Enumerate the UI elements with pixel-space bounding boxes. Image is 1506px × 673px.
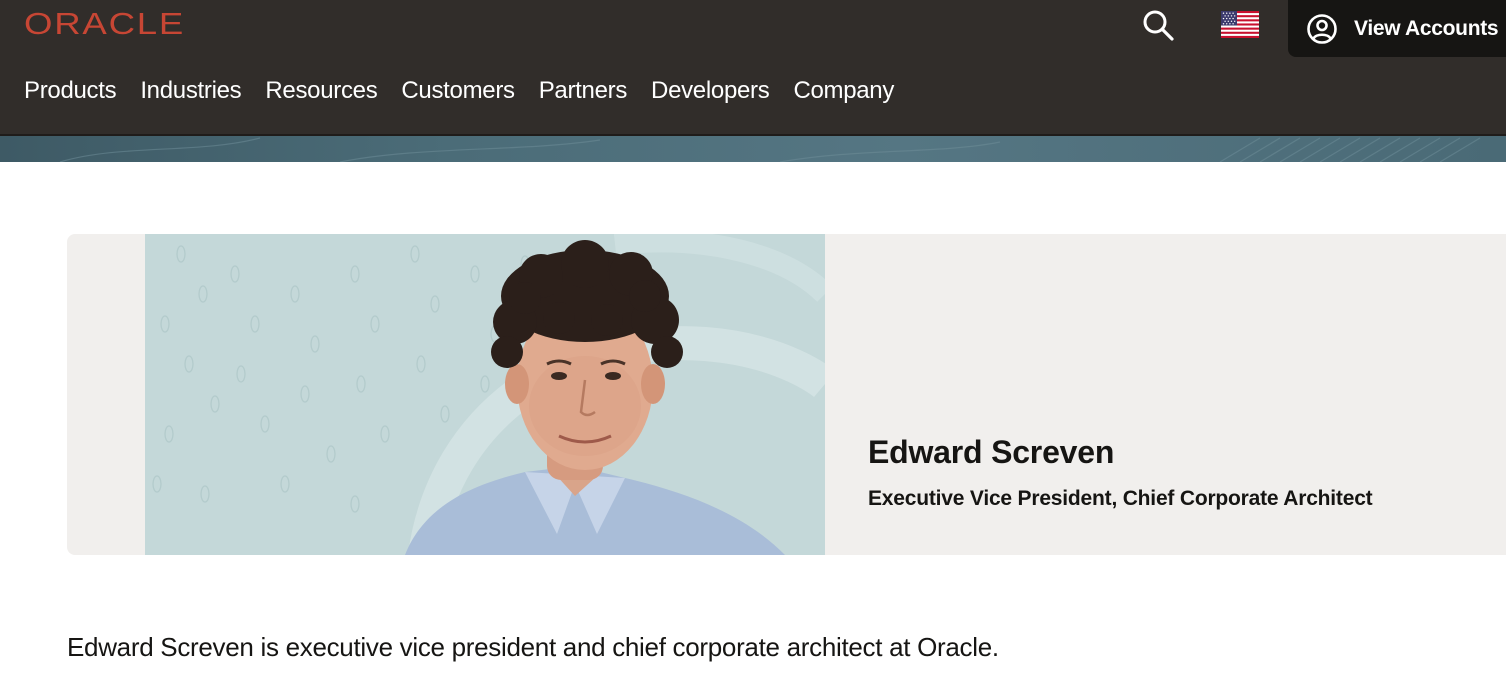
- profile-name: Edward Screven: [868, 434, 1115, 470]
- site-header: ORACLE Products Industries Resources Cus…: [0, 0, 1506, 134]
- user-circle-icon: [1307, 13, 1337, 44]
- nav-item-resources[interactable]: Resources: [265, 76, 377, 106]
- nav-item-products[interactable]: Products: [24, 76, 117, 106]
- logo-wordmark: ORACLE: [24, 6, 186, 41]
- nav-item-partners[interactable]: Partners: [539, 76, 628, 106]
- nav-item-company[interactable]: Company: [793, 76, 894, 106]
- search-button[interactable]: [1140, 7, 1176, 43]
- country-selector[interactable]: [1221, 11, 1259, 38]
- us-flag-icon: [1221, 11, 1259, 38]
- main-nav: Products Industries Resources Customers …: [24, 76, 894, 106]
- view-accounts-button[interactable]: View Accounts: [1288, 0, 1506, 57]
- hero-banner-image: [0, 134, 1506, 162]
- oracle-logo[interactable]: ORACLE: [24, 8, 183, 39]
- profile-card: Edward Screven Executive Vice President,…: [67, 234, 1506, 555]
- portrait-illustration: [152, 234, 825, 555]
- nav-item-customers[interactable]: Customers: [401, 76, 515, 106]
- portrait-photo: [145, 234, 825, 555]
- search-icon: [1143, 10, 1174, 41]
- nav-item-industries[interactable]: Industries: [140, 76, 241, 106]
- nav-item-developers[interactable]: Developers: [651, 76, 770, 106]
- view-accounts-label: View Accounts: [1354, 16, 1499, 40]
- profile-title: Executive Vice President, Chief Corporat…: [868, 487, 1373, 510]
- bio-paragraph: Edward Screven is executive vice preside…: [67, 632, 999, 662]
- hero-texture: [59, 137, 1481, 162]
